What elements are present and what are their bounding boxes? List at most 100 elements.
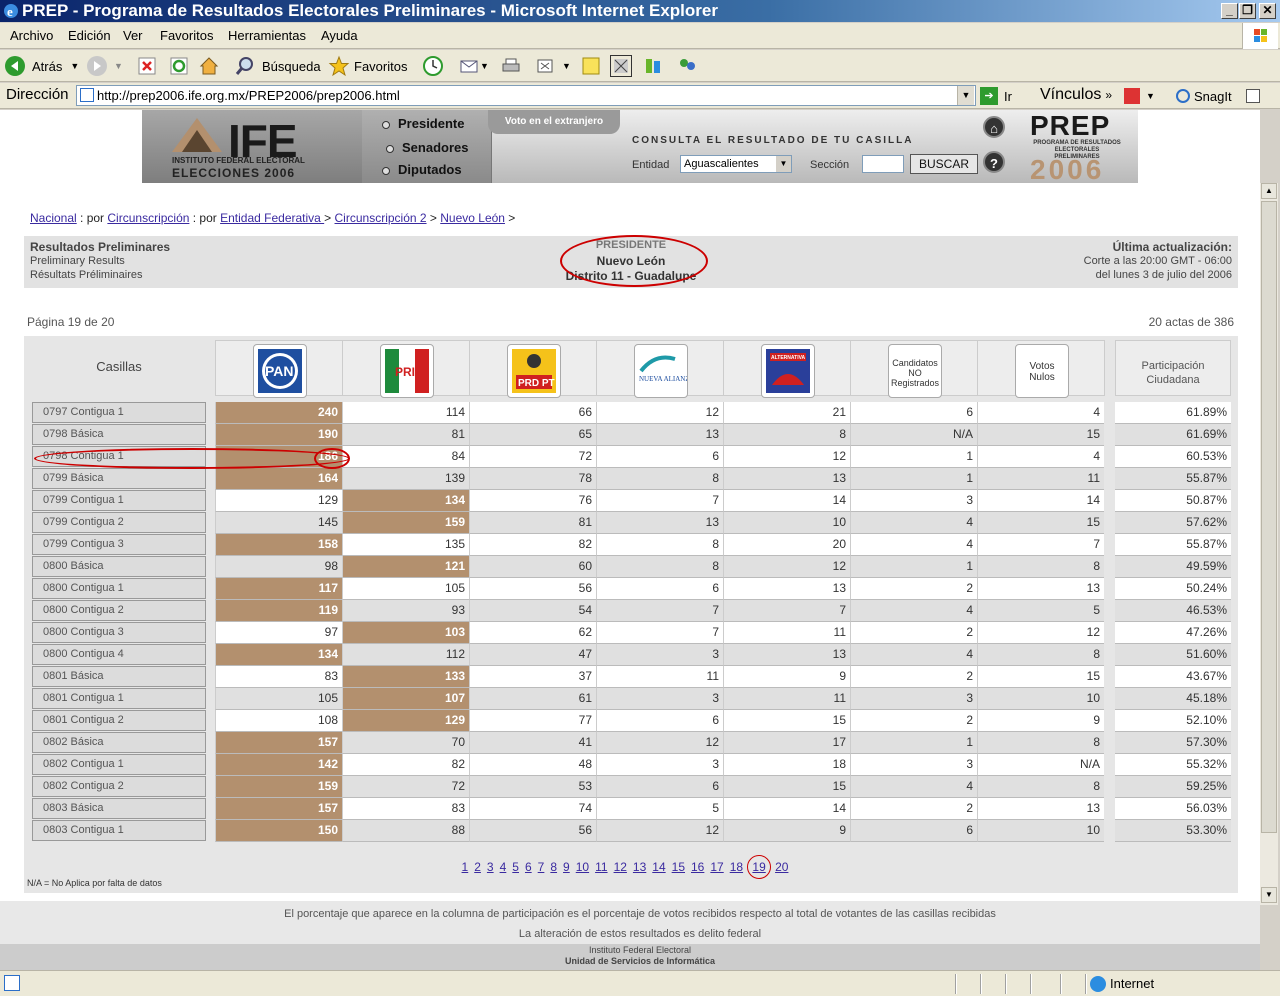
menu-edicion[interactable]: Edición	[68, 28, 111, 43]
vote-cell: 112	[342, 644, 469, 666]
breadcrumb-entidad[interactable]: Entidad Federativa	[220, 211, 324, 225]
menu-herramientas[interactable]: Herramientas	[228, 28, 306, 43]
page-link-4[interactable]: 4	[500, 860, 507, 874]
vote-cell: 105	[215, 688, 342, 710]
edit-dropdown-icon[interactable]: ▼	[562, 61, 571, 71]
vote-cell: 66	[469, 402, 596, 424]
messenger-button[interactable]	[676, 54, 698, 78]
note-button[interactable]	[580, 54, 602, 78]
maximize-button[interactable]: ❐	[1239, 3, 1256, 19]
page-link-7[interactable]: 7	[538, 860, 545, 874]
links-button[interactable]: Vínculos»	[1040, 83, 1112, 107]
menu-favoritos[interactable]: Favoritos	[160, 28, 213, 43]
vote-cell: 158	[215, 534, 342, 556]
page-link-6[interactable]: 6	[525, 860, 532, 874]
page-link-2[interactable]: 2	[474, 860, 481, 874]
nav-diputados[interactable]: Diputados	[382, 162, 462, 177]
page-link-13[interactable]: 13	[633, 860, 646, 874]
casilla-name: 0799 Contigua 3	[32, 534, 206, 555]
nav-presidente[interactable]: Presidente	[382, 116, 464, 131]
translate-dropdown-icon[interactable]: ▼	[1146, 91, 1155, 101]
breadcrumb-nuevo-leon[interactable]: Nuevo León	[440, 211, 505, 225]
history-button[interactable]	[422, 54, 444, 78]
security-zone: Internet	[1110, 976, 1155, 991]
page-link-20[interactable]: 20	[775, 860, 788, 874]
page-link-5[interactable]: 5	[512, 860, 519, 874]
vote-cell: 8	[977, 556, 1104, 578]
page-link-9[interactable]: 9	[563, 860, 570, 874]
breadcrumb-nacional[interactable]: Nacional	[30, 211, 77, 225]
stop-button[interactable]	[136, 54, 158, 78]
party-header-prd-pt: PRD PT	[469, 340, 597, 398]
breadcrumb-circunscripcion-2[interactable]: Circunscripción 2	[335, 211, 427, 225]
party-header-nueva-alianza: NUEVA ALIANZA	[596, 340, 724, 398]
page-link-10[interactable]: 10	[576, 860, 589, 874]
address-dropdown-icon[interactable]: ▼	[957, 86, 974, 105]
participation-cell: 55.32%	[1115, 754, 1231, 776]
edit-button[interactable]: ▼	[534, 54, 571, 78]
back-button[interactable]: Atrás ▼	[4, 54, 79, 78]
page-link-15[interactable]: 15	[672, 860, 685, 874]
breadcrumb-circunscripcion[interactable]: Circunscripción	[107, 211, 189, 225]
page-link-12[interactable]: 12	[614, 860, 627, 874]
snagit-button[interactable]: SnagIt	[1176, 84, 1232, 108]
vote-cell: 21	[723, 402, 850, 424]
back-dropdown-icon[interactable]: ▼	[70, 61, 79, 71]
page-link-14[interactable]: 14	[652, 860, 665, 874]
snagit-capture-button[interactable]	[1246, 84, 1260, 108]
home-button[interactable]	[198, 54, 220, 78]
scroll-down-icon[interactable]: ▼	[1261, 887, 1277, 903]
page-link-1[interactable]: 1	[462, 860, 469, 874]
mail-button[interactable]: ▼	[458, 54, 489, 78]
vote-cell: 15	[977, 666, 1104, 688]
page-link-11[interactable]: 11	[595, 860, 607, 874]
page-link-17[interactable]: 17	[710, 860, 723, 874]
page-link-3[interactable]: 3	[487, 860, 494, 874]
translate-button[interactable]: ▼	[1124, 84, 1155, 108]
table-row: 0797 Contigua 1 240 114 66 12 21 6 4 61.89%	[24, 402, 1238, 424]
alternativa-logo-icon: ALTERNATIVA	[761, 344, 815, 398]
help-icon[interactable]: ?	[983, 151, 1005, 173]
mail-dropdown-icon[interactable]: ▼	[480, 61, 489, 71]
vote-cell: 240	[215, 402, 342, 424]
scroll-thumb[interactable]	[1261, 201, 1277, 833]
go-button[interactable]: ➔ Ir	[980, 84, 1012, 108]
scroll-up-icon[interactable]: ▲	[1261, 183, 1277, 199]
vertical-scrollbar[interactable]: ▲ ▼	[1260, 183, 1278, 905]
tool-button[interactable]	[642, 54, 664, 78]
chevron-down-icon: ▼	[776, 156, 791, 172]
vote-cell: 157	[215, 798, 342, 820]
vote-cell: 135	[342, 534, 469, 556]
address-input[interactable]: http://prep2006.ife.org.mx/PREP2006/prep…	[76, 85, 976, 106]
buscar-button[interactable]: BUSCAR	[910, 154, 978, 174]
forward-dropdown-icon[interactable]: ▼	[114, 61, 123, 71]
nav-senadores[interactable]: Senadores	[386, 140, 468, 155]
research-button[interactable]	[610, 54, 632, 78]
menu-ver[interactable]: Ver	[123, 28, 143, 43]
seccion-input[interactable]	[862, 155, 904, 173]
voto-extranjero-link[interactable]: Voto en el extranjero	[488, 110, 620, 134]
menu-archivo[interactable]: Archivo	[10, 28, 53, 43]
page-link-19[interactable]: 19	[747, 855, 772, 879]
page-link-8[interactable]: 8	[550, 860, 557, 874]
search-button[interactable]: Búsqueda	[234, 54, 321, 78]
entidad-select[interactable]: Aguascalientes ▼	[680, 155, 792, 173]
home-icon[interactable]: ⌂	[983, 116, 1005, 138]
vote-cell: 8	[977, 644, 1104, 666]
vote-cell: 119	[215, 600, 342, 622]
page-link-16[interactable]: 16	[691, 860, 704, 874]
participation-cell: 50.87%	[1115, 490, 1231, 512]
table-row: 0798 Básica 190 81 65 13 8 N/A 15 61.69%	[24, 424, 1238, 446]
table-row: 0803 Contigua 1 150 88 56 12 9 6 10 53.30%	[24, 820, 1238, 842]
menu-ayuda[interactable]: Ayuda	[321, 28, 358, 43]
refresh-button[interactable]	[168, 54, 190, 78]
favorites-button[interactable]: Favoritos	[328, 54, 407, 78]
forward-button[interactable]: ▼	[86, 54, 123, 78]
vote-cell: 108	[215, 710, 342, 732]
print-button[interactable]	[500, 54, 522, 78]
vote-cell: 82	[469, 534, 596, 556]
vote-cell: 11	[723, 622, 850, 644]
minimize-button[interactable]: _	[1221, 3, 1238, 19]
close-button[interactable]: ✕	[1259, 3, 1276, 19]
page-link-18[interactable]: 18	[730, 860, 743, 874]
